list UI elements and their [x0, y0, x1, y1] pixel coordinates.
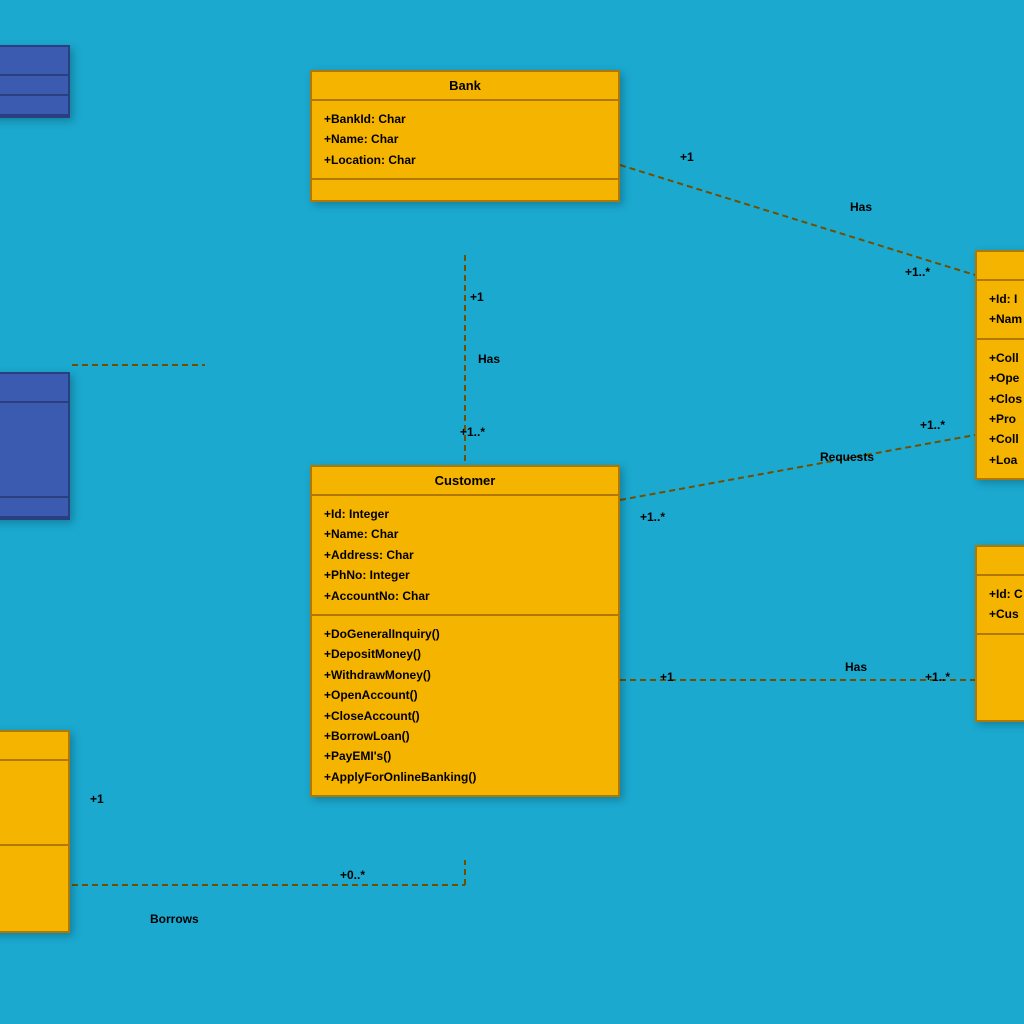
mult-bhr-2: +1..* — [905, 265, 930, 279]
customer-class: Customer +Id: Integer +Name: Char +Addre… — [310, 465, 620, 797]
mult-req-1: +1..* — [640, 510, 665, 524]
mult-bhr-1: +1 — [680, 150, 694, 164]
right-bottom-attributes: +Id: C +Cus — [977, 576, 1024, 635]
mult-chr-1: +1 — [660, 670, 674, 684]
label-has-2: Has — [850, 200, 872, 214]
right-bottom-class: +Id: C +Cus — [975, 545, 1024, 722]
right-top-attributes: +Id: I +Nam — [977, 281, 1024, 340]
bank-methods — [312, 180, 618, 200]
label-has-3: Has — [845, 660, 867, 674]
label-requests: Requests — [820, 450, 874, 464]
bank-title: Bank — [312, 72, 618, 101]
customer-title: Customer — [312, 467, 618, 496]
bank-attributes: +BankId: Char +Name: Char +Location: Cha… — [312, 101, 618, 180]
customer-methods: +DoGeneralInquiry() +DepositMoney() +Wit… — [312, 616, 618, 795]
mult-bank-1: +1 — [470, 290, 484, 304]
customer-attributes: +Id: Integer +Name: Char +Address: Char … — [312, 496, 618, 616]
right-top-class: +Id: I +Nam +Coll +Ope +Clos +Pro +Coll … — [975, 250, 1024, 480]
mult-bank-2: +1..* — [460, 425, 485, 439]
label-has-1: Has — [478, 352, 500, 366]
blue-class-2 — [0, 372, 70, 520]
bottom-left-class — [0, 730, 70, 933]
mult-req-2: +1..* — [920, 418, 945, 432]
blue-class-1 — [0, 45, 70, 118]
bank-class: Bank +BankId: Char +Name: Char +Location… — [310, 70, 620, 202]
mult-bor-2: +0..* — [340, 868, 365, 882]
right-top-methods: +Coll +Ope +Clos +Pro +Coll +Loa — [977, 340, 1024, 478]
mult-bor-1: +1 — [90, 792, 104, 806]
label-borrows: Borrows — [150, 912, 199, 926]
mult-chr-2: +1..* — [925, 670, 950, 684]
